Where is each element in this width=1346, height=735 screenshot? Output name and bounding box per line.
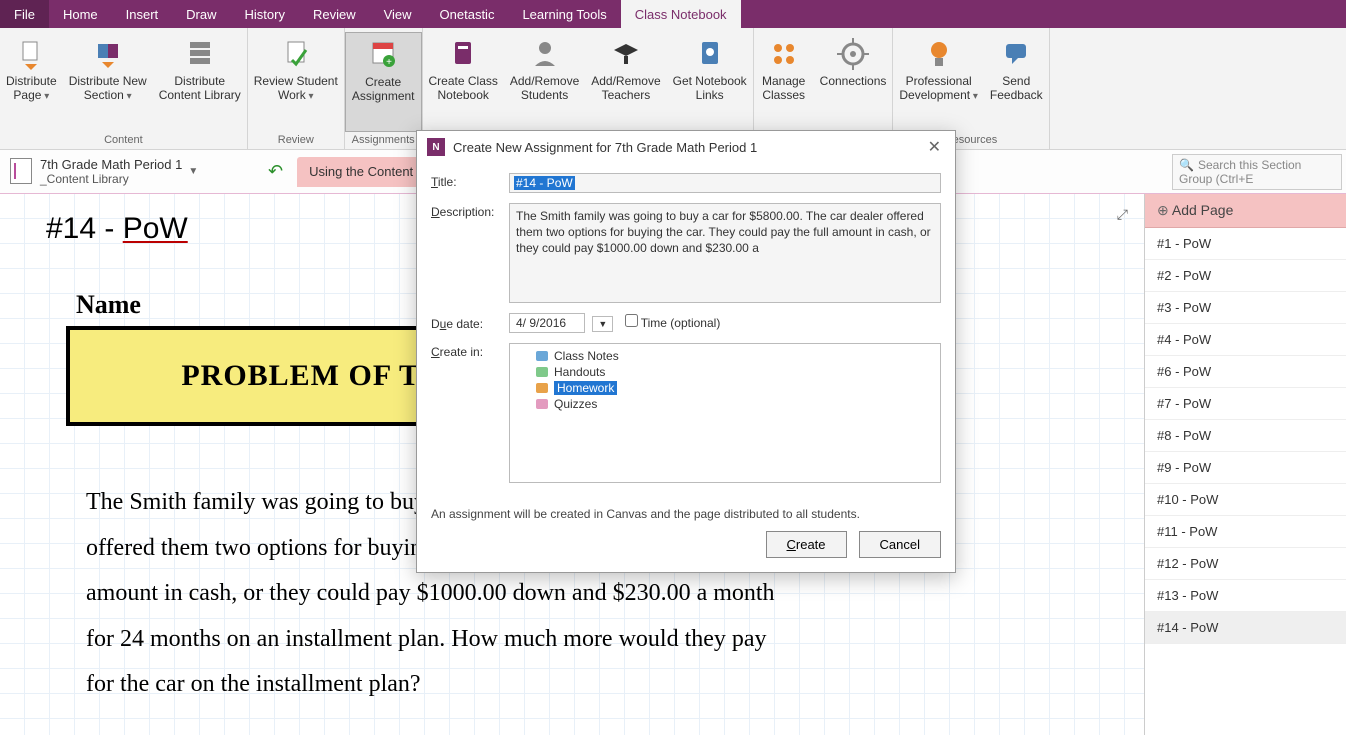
create-button[interactable]: Create <box>766 531 847 558</box>
notebook-title: 7th Grade Math Period 1 <box>40 157 182 173</box>
page-list-item[interactable]: #6 - PoW <box>1145 356 1346 388</box>
page-list-item[interactable]: #3 - PoW <box>1145 292 1346 324</box>
prof-dev-icon <box>921 36 957 72</box>
page-list-item[interactable]: #7 - PoW <box>1145 388 1346 420</box>
tree-item-quizzes[interactable]: Quizzes <box>516 396 934 412</box>
distribute-page-icon <box>13 36 49 72</box>
search-input[interactable]: Search this Section Group (Ctrl+E <box>1172 154 1342 190</box>
professional-development-button[interactable]: ProfessionalDevelopment <box>893 32 984 132</box>
notebook-sub: _Content Library <box>40 172 182 186</box>
section-swatch-icon <box>536 383 548 393</box>
create-class-notebook-icon <box>445 36 481 72</box>
page-list-item[interactable]: #2 - PoW <box>1145 260 1346 292</box>
tab-history[interactable]: History <box>231 0 299 28</box>
onenote-icon: N <box>427 138 445 156</box>
connections-button[interactable]: Connections <box>814 32 893 144</box>
dialog-titlebar: N Create New Assignment for 7th Grade Ma… <box>417 131 955 163</box>
tab-review[interactable]: Review <box>299 0 370 28</box>
dialog-title: Create New Assignment for 7th Grade Math… <box>453 140 757 155</box>
page-list-item[interactable]: #11 - PoW <box>1145 516 1346 548</box>
pages-panel: Add Page #1 - PoW#2 - PoW#3 - PoW#4 - Po… <box>1144 194 1346 735</box>
page-list-item[interactable]: #10 - PoW <box>1145 484 1346 516</box>
title-input[interactable]: #14 - PoW <box>509 173 941 193</box>
section-swatch-icon <box>536 351 548 361</box>
tab-learning-tools[interactable]: Learning Tools <box>508 0 620 28</box>
close-icon[interactable]: ✕ <box>924 137 945 157</box>
page-list-item[interactable]: #4 - PoW <box>1145 324 1346 356</box>
links-icon <box>692 36 728 72</box>
students-icon <box>527 36 563 72</box>
teachers-icon <box>608 36 644 72</box>
page-list-item[interactable]: #14 - PoW <box>1145 612 1346 644</box>
distribute-section-icon <box>90 36 126 72</box>
distribute-library-icon <box>182 36 218 72</box>
ribbon-group-label: Content <box>0 132 247 149</box>
review-student-work-button[interactable]: Review StudentWork <box>248 32 344 132</box>
search-icon <box>1179 158 1198 172</box>
title-label: Title: <box>431 173 509 193</box>
tab-file[interactable]: File <box>0 0 49 28</box>
create-class-notebook-button[interactable]: Create ClassNotebook <box>423 32 504 144</box>
tab-onetastic[interactable]: Onetastic <box>426 0 509 28</box>
chevron-down-icon[interactable]: ▼ <box>188 166 198 177</box>
tab-class-notebook[interactable]: Class Notebook <box>621 0 741 28</box>
create-assignment-button[interactable]: +CreateAssignment <box>345 32 422 132</box>
connections-icon <box>835 36 871 72</box>
section-swatch-icon <box>536 367 548 377</box>
section-swatch-icon <box>536 399 548 409</box>
distribute-page-button[interactable]: DistributePage <box>0 32 63 132</box>
create-assignment-dialog: N Create New Assignment for 7th Grade Ma… <box>416 130 956 573</box>
add-page-button[interactable]: Add Page <box>1145 194 1346 228</box>
page-list-item[interactable]: #8 - PoW <box>1145 420 1346 452</box>
due-date-label: Due date: <box>431 315 509 331</box>
tab-draw[interactable]: Draw <box>172 0 230 28</box>
description-label: Description: <box>431 203 509 303</box>
review-work-icon <box>278 36 314 72</box>
page-list-item[interactable]: #1 - PoW <box>1145 228 1346 260</box>
tab-view[interactable]: View <box>370 0 426 28</box>
time-checkbox[interactable]: Time (optional) <box>625 316 721 330</box>
top-tabs: FileHomeInsertDrawHistoryReviewViewOneta… <box>0 0 1346 28</box>
dialog-note: An assignment will be created in Canvas … <box>417 499 955 525</box>
distribute-content-library-button[interactable]: DistributeContent Library <box>153 32 247 132</box>
feedback-icon <box>998 36 1034 72</box>
tree-item-handouts[interactable]: Handouts <box>516 364 934 380</box>
get-notebook-links-button[interactable]: Get NotebookLinks <box>667 32 753 144</box>
pages-list: #1 - PoW#2 - PoW#3 - PoW#4 - PoW#6 - PoW… <box>1145 228 1346 735</box>
create-in-tree[interactable]: Class NotesHandoutsHomeworkQuizzes <box>509 343 941 483</box>
manage-classes-button[interactable]: ManageClasses <box>754 32 814 144</box>
distribute-new-section-button[interactable]: Distribute NewSection <box>63 32 153 132</box>
page-list-item[interactable]: #9 - PoW <box>1145 452 1346 484</box>
svg-text:+: + <box>386 57 392 68</box>
expand-icon[interactable]: ⤢ <box>1117 206 1128 223</box>
create-assignment-icon: + <box>365 37 401 73</box>
page-list-item[interactable]: #13 - PoW <box>1145 580 1346 612</box>
due-date-input[interactable]: 4/ 9/2016 <box>509 313 585 333</box>
description-input[interactable]: The Smith family was going to buy a car … <box>509 203 941 303</box>
manage-classes-icon <box>766 36 802 72</box>
tab-home[interactable]: Home <box>49 0 112 28</box>
ribbon-group-label: Review <box>248 132 344 149</box>
create-in-label: Create in: <box>431 343 509 483</box>
tree-item-class-notes[interactable]: Class Notes <box>516 348 934 364</box>
add-remove-teachers-button[interactable]: Add/RemoveTeachers <box>585 32 666 144</box>
date-dropdown-button[interactable]: ▼ <box>592 316 613 332</box>
notebook-selector[interactable]: 7th Grade Math Period 1 _Content Library… <box>0 157 260 187</box>
ribbon-group-label: Assignments <box>345 132 422 149</box>
tab-insert[interactable]: Insert <box>112 0 173 28</box>
add-remove-students-button[interactable]: Add/RemoveStudents <box>504 32 585 144</box>
tree-item-homework[interactable]: Homework <box>516 380 934 396</box>
page-list-item[interactable]: #12 - PoW <box>1145 548 1346 580</box>
cancel-button[interactable]: Cancel <box>859 531 941 558</box>
send-feedback-button[interactable]: SendFeedback <box>984 32 1049 132</box>
notebook-icon <box>10 158 32 184</box>
undo-icon[interactable]: ↶ <box>268 161 283 182</box>
